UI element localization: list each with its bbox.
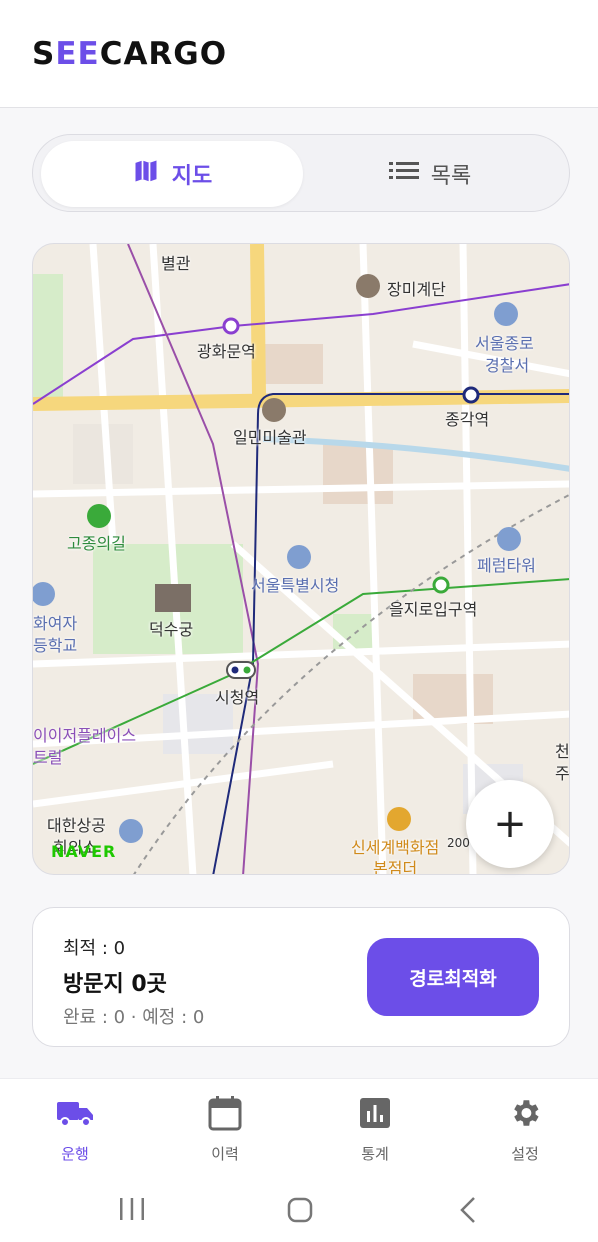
map-label-girls-school: 화여자 [33, 614, 78, 633]
list-icon [388, 159, 419, 189]
nav-label-history: 이력 [211, 1145, 239, 1163]
bar-chart-icon [325, 1093, 425, 1133]
nav-label-settings: 설정 [511, 1145, 539, 1163]
naver-attribution: NAVER [51, 842, 117, 861]
map-label-gwanghwamun: 광화문역 [197, 342, 256, 361]
map-label-chamber: 대한상공 [47, 816, 106, 835]
tab-list[interactable]: 목록 [299, 141, 561, 207]
visit-count: 방문지 0곳 [63, 972, 167, 997]
map-label-girls-school-2: 등학교 [33, 636, 78, 655]
map-label-police: 서울종로 [475, 334, 534, 353]
app-logo: SEECARGO [32, 36, 228, 72]
app-header: SEECARGO [0, 0, 598, 108]
map-label-plaza-2: 트럴 [33, 748, 63, 767]
recent-apps-icon[interactable] [118, 1196, 146, 1226]
map-label-200: 200 [447, 836, 470, 850]
map-label-jangmi: 장미계단 [387, 280, 446, 299]
visit-status: 완료 : 0 · 예정 : 0 [63, 1007, 205, 1028]
view-toggle: 지도 목록 [32, 134, 570, 212]
map-label-police-2: 경찰서 [485, 356, 530, 375]
map-label-shinsegae-2: 본점더 [373, 859, 418, 875]
map-label-right-edge-2: 주 [555, 764, 570, 783]
map-label-right-edge: 천 [555, 742, 570, 761]
nav-label-stats: 통계 [361, 1145, 389, 1163]
home-icon[interactable] [286, 1196, 314, 1228]
system-nav-bar [0, 1178, 598, 1242]
tab-map-label: 지도 [171, 164, 213, 189]
map-view[interactable]: 별관 장미계단 광화문역 서울종로 경찰서 종각역 일민미술관 고종의길 페럼타… [32, 243, 570, 875]
gear-icon [475, 1093, 575, 1133]
map-label-jonggak: 종각역 [445, 410, 490, 429]
map-label-cityhall-station: 시청역 [215, 688, 260, 707]
map-label-ilmin: 일민미술관 [233, 428, 307, 447]
optimal-count: 최적 : 0 [63, 938, 126, 959]
nav-item-stats[interactable]: 통계 [325, 1093, 425, 1164]
zoom-in-button[interactable]: + [466, 780, 554, 868]
map-label-gojong: 고종의길 [67, 534, 126, 553]
bottom-nav: 운행 이력 통계 설정 [0, 1078, 598, 1178]
nav-item-history[interactable]: 이력 [175, 1093, 275, 1164]
route-summary-card: 최적 : 0 방문지 0곳 완료 : 0 · 예정 : 0 경로최적화 [32, 907, 570, 1047]
map-label-deoksugung: 덕수궁 [149, 620, 194, 639]
back-icon[interactable] [458, 1196, 480, 1228]
nav-item-drive[interactable]: 운행 [25, 1093, 125, 1164]
nav-label-drive: 운행 [61, 1145, 89, 1163]
calendar-icon [175, 1093, 275, 1133]
truck-icon [25, 1093, 125, 1133]
map-icon [132, 157, 160, 191]
map-label-ferum: 페럼타워 [477, 556, 536, 575]
map-label-plaza: 이이저플레이스 [33, 726, 137, 745]
nav-item-settings[interactable]: 설정 [475, 1093, 575, 1164]
map-label-cityhall-bldg: 서울특별시청 [251, 576, 340, 595]
optimize-route-button[interactable]: 경로최적화 [367, 938, 539, 1016]
map-label-euljiro: 을지로입구역 [389, 600, 478, 619]
map-label-byeolgwan: 별관 [161, 254, 191, 273]
tab-map[interactable]: 지도 [41, 141, 303, 207]
tab-list-label: 목록 [430, 164, 472, 189]
